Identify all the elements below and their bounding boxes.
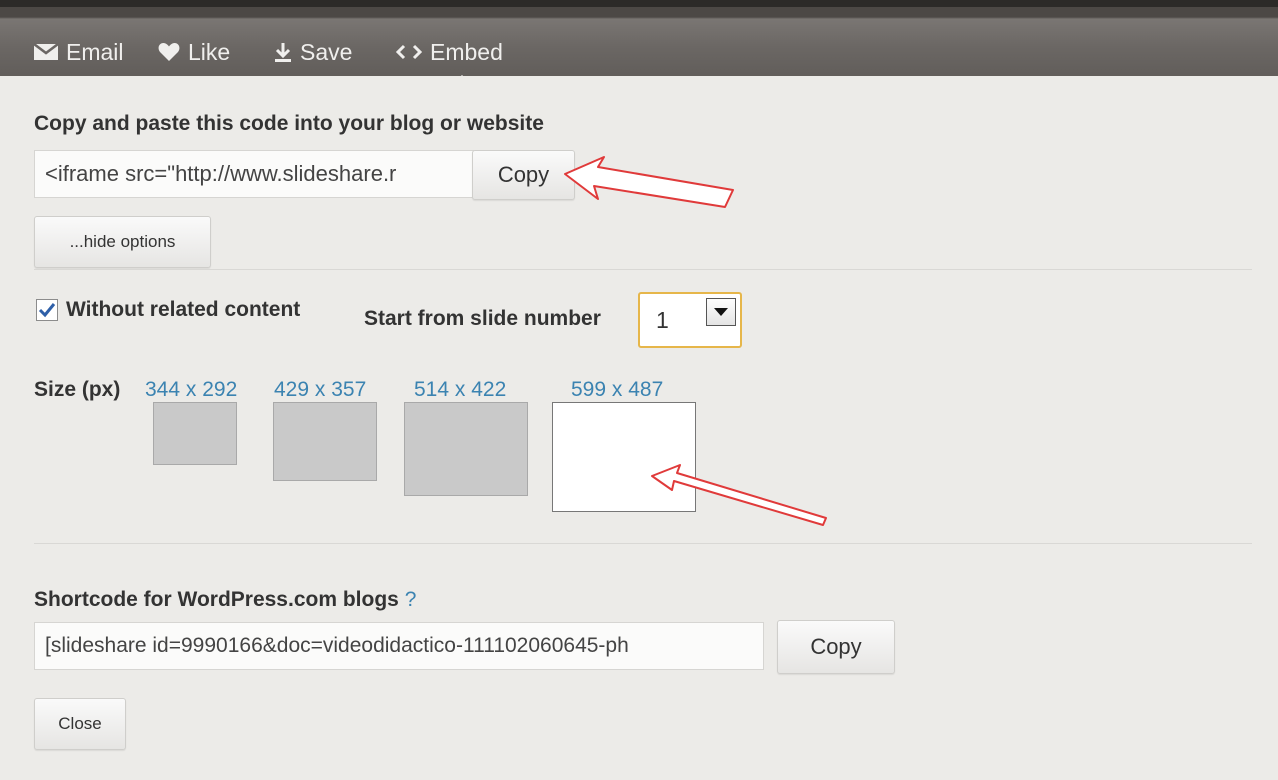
email-menu-item[interactable]: Email — [34, 37, 124, 67]
size-label: Size (px) — [34, 378, 121, 401]
size-option-label[interactable]: 429 x 357 — [274, 378, 366, 402]
copy-shortcode-button[interactable]: Copy — [777, 620, 895, 674]
size-option-thumbnail[interactable] — [153, 402, 237, 465]
size-option-label[interactable]: 344 x 292 — [145, 378, 237, 402]
size-option-thumbnail[interactable] — [404, 402, 528, 496]
without-related-checkbox[interactable] — [36, 299, 58, 321]
shortcode-heading-text: Shortcode for WordPress.com blogs — [34, 588, 399, 611]
save-label: Save — [300, 38, 353, 65]
shortcode-help-link[interactable]: ? — [405, 588, 417, 611]
section-divider — [34, 269, 1252, 270]
share-toolbar: Email Like Save Embed — [0, 0, 1278, 84]
embed-panel: Copy and paste this code into your blog … — [0, 76, 1278, 780]
download-icon — [275, 43, 291, 62]
code-icon — [396, 44, 422, 60]
envelope-icon — [34, 43, 58, 60]
size-option-thumbnail[interactable] — [273, 402, 377, 481]
hide-options-button[interactable]: ...hide options — [34, 216, 211, 268]
without-related-label: Without related content — [66, 298, 301, 321]
size-option-label[interactable]: 514 x 422 — [414, 378, 506, 402]
size-option-thumbnail-selected[interactable] — [552, 402, 696, 512]
checkmark-icon — [38, 303, 56, 318]
shortcode-heading: Shortcode for WordPress.com blogs ? — [34, 588, 416, 612]
section-divider — [34, 543, 1252, 544]
start-slide-select[interactable]: 1 — [638, 292, 742, 348]
embed-code-input[interactable]: <iframe src="http://www.slideshare.r — [34, 150, 474, 198]
email-label: Email — [66, 38, 124, 65]
shortcode-input[interactable]: [slideshare id=9990166&doc=videodidactic… — [34, 622, 764, 670]
heart-icon — [158, 43, 180, 61]
close-button[interactable]: Close — [34, 698, 126, 750]
size-option-label[interactable]: 599 x 487 — [571, 378, 663, 402]
embed-heading: Copy and paste this code into your blog … — [34, 112, 544, 135]
like-label: Like — [188, 38, 231, 65]
embed-label: Embed — [430, 38, 503, 65]
chevron-down-icon[interactable] — [706, 298, 736, 326]
copy-embed-code-button[interactable]: Copy — [472, 150, 575, 200]
start-slide-value: 1 — [656, 306, 669, 333]
embed-menu-item[interactable]: Embed — [396, 37, 503, 67]
start-slide-label: Start from slide number — [364, 307, 601, 330]
save-menu-item[interactable]: Save — [274, 37, 352, 67]
like-menu-item[interactable]: Like — [158, 37, 230, 67]
